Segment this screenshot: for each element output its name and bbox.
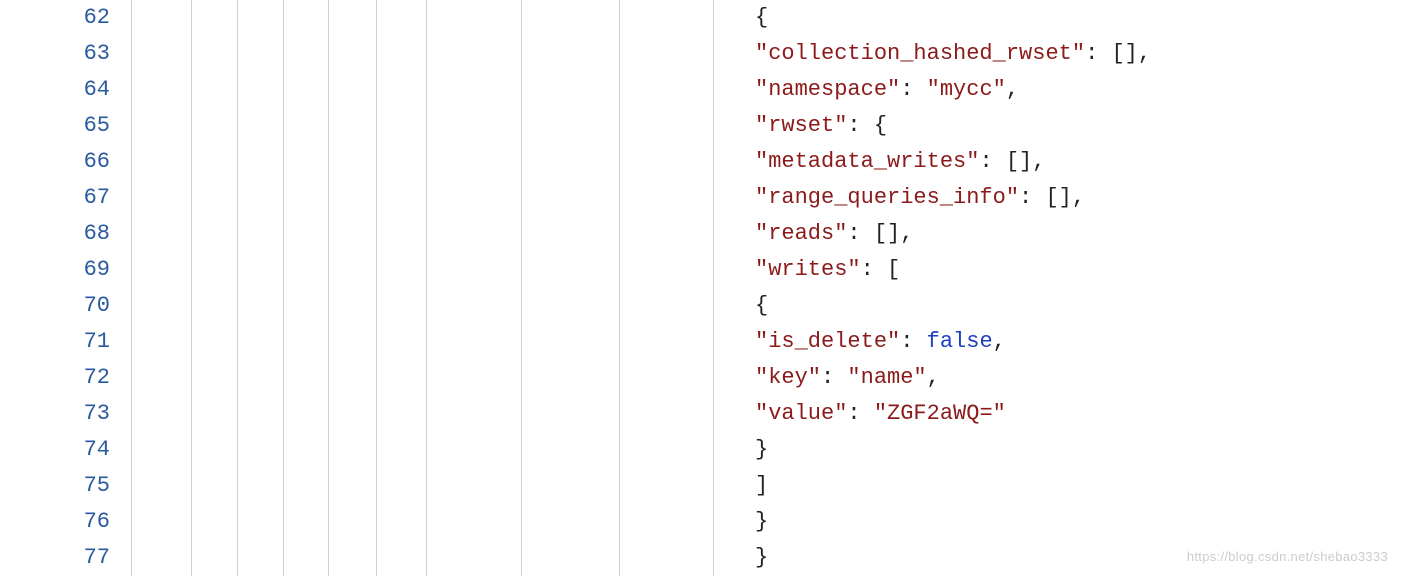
line-number: 68 [0,216,110,252]
line-number: 76 [0,504,110,540]
code-token-key: "key" [755,365,821,390]
code-line[interactable]: "range_queries_info": [], [755,180,1406,216]
code-line[interactable]: { [755,0,1406,36]
line-number: 77 [0,540,110,576]
line-number: 66 [0,144,110,180]
code-token-key: "range_queries_info" [755,185,1019,210]
indent-guide-line [521,0,522,576]
code-token-punct: : [ [861,257,901,282]
indent-guide-line [376,0,377,576]
line-number: 72 [0,360,110,396]
line-number: 74 [0,432,110,468]
indent-guide-line [328,0,329,576]
code-token-punct: : [900,329,926,354]
code-token-bool: false [927,329,993,354]
code-line[interactable]: "is_delete": false, [755,324,1406,360]
code-line[interactable]: "collection_hashed_rwset": [], [755,36,1406,72]
code-token-punct: { [755,293,768,318]
code-token-str: "mycc" [927,77,1006,102]
line-number: 67 [0,180,110,216]
line-number: 75 [0,468,110,504]
code-token-key: "value" [755,401,847,426]
code-token-key: "collection_hashed_rwset" [755,41,1085,66]
code-token-punct: , [993,329,1006,354]
indent-guide-line [283,0,284,576]
code-line[interactable]: "writes": [ [755,252,1406,288]
line-number: 70 [0,288,110,324]
code-token-str: "ZGF2aWQ=" [874,401,1006,426]
indent-guide-line [426,0,427,576]
code-token-punct: , [927,365,940,390]
code-line[interactable]: "value": "ZGF2aWQ=" [755,396,1406,432]
indent-guide-line [237,0,238,576]
line-number: 62 [0,0,110,36]
watermark-text: https://blog.csdn.net/shebao3333 [1187,549,1388,564]
code-line[interactable]: } [755,504,1406,540]
code-token-punct: } [755,437,768,462]
code-token-key: "is_delete" [755,329,900,354]
code-token-punct: : { [847,113,887,138]
code-token-punct: : [], [979,149,1045,174]
code-line[interactable]: "namespace": "mycc", [755,72,1406,108]
code-token-punct: : [], [847,221,913,246]
code-token-punct: : [900,77,926,102]
code-token-punct: { [755,5,768,30]
code-token-key: "metadata_writes" [755,149,979,174]
code-line[interactable]: "key": "name", [755,360,1406,396]
indent-guide-line [131,0,132,576]
line-number: 64 [0,72,110,108]
code-token-key: "rwset" [755,113,847,138]
line-number: 71 [0,324,110,360]
code-line[interactable]: { [755,288,1406,324]
code-token-punct: : [821,365,847,390]
code-token-punct: : [], [1085,41,1151,66]
code-editor[interactable]: 62636465666768697071727374757677 { "colle… [0,0,1406,576]
code-token-str: "name" [847,365,926,390]
line-number-gutter: 62636465666768697071727374757677 [0,0,130,576]
code-line[interactable]: } [755,432,1406,468]
indent-guide-line [713,0,714,576]
code-token-punct: } [755,545,768,570]
code-line[interactable]: "rwset": { [755,108,1406,144]
code-line[interactable]: "metadata_writes": [], [755,144,1406,180]
code-token-punct: : [], [1019,185,1085,210]
code-token-punct: , [1006,77,1019,102]
code-text-area[interactable]: {"collection_hashed_rwset": [],"namespac… [755,0,1406,576]
code-token-key: "namespace" [755,77,900,102]
code-line[interactable]: ] [755,468,1406,504]
line-number: 73 [0,396,110,432]
code-token-key: "writes" [755,257,861,282]
line-number: 65 [0,108,110,144]
code-token-key: "reads" [755,221,847,246]
code-token-punct: : [847,401,873,426]
code-line[interactable]: "reads": [], [755,216,1406,252]
line-number: 63 [0,36,110,72]
code-token-punct: ] [755,473,768,498]
code-token-punct: } [755,509,768,534]
indent-guide-line [619,0,620,576]
line-number: 69 [0,252,110,288]
indent-guide-line [191,0,192,576]
